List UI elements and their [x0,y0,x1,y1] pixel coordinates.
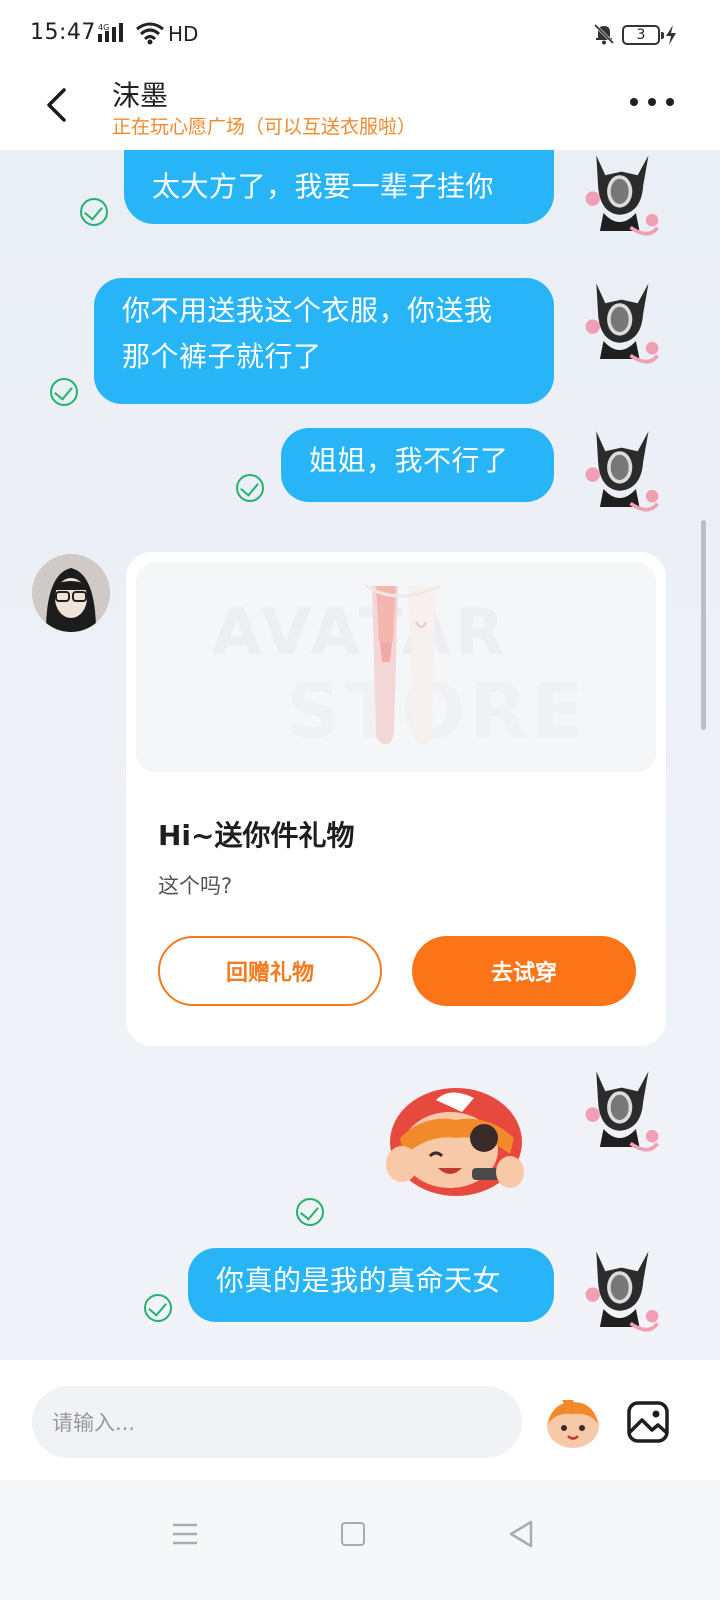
message-bubble[interactable]: 太大方了，我要一辈子挂你 [124,150,554,224]
charging-icon [664,24,678,50]
svg-text:4G: 4G [98,23,109,32]
gift-title: Hi~送你件礼物 [158,819,355,852]
my-avatar[interactable] [572,1246,662,1336]
contact-status: 正在玩心愿广场（可以互送衣服啦） [112,116,417,138]
more-dot [630,98,638,106]
message-bubble[interactable]: 你真的是我的真命天女 [188,1248,554,1322]
more-dot [666,98,674,106]
read-check-icon [50,378,78,406]
return-gift-button[interactable]: 回赠礼物 [158,936,382,1006]
input-bar: 请输入... [0,1360,720,1480]
image-picker-icon[interactable] [626,1400,670,1444]
contact-avatar[interactable] [32,554,110,632]
my-avatar[interactable] [572,150,662,240]
read-check-icon [80,198,108,226]
message-bubble[interactable]: 你不用送我这个衣服，你送我 那个裤子就行了 [94,278,554,404]
message-text: 你真的是我的真命天女 [216,1264,502,1297]
chevron-left-icon [47,88,66,122]
my-avatar[interactable] [572,426,662,516]
wifi-icon [135,21,165,49]
message-input[interactable]: 请输入... [32,1386,522,1458]
battery-icon: 3 [622,25,664,45]
more-dot [648,98,656,106]
gift-preview-image[interactable]: AVATAR STORE [136,562,656,772]
bell-mute-icon [592,22,616,50]
read-check-icon [236,474,264,502]
gift-message: 这个吗? [158,874,233,898]
sticker-image[interactable] [380,1080,530,1200]
status-time: 15:47 [30,20,96,45]
more-options-button[interactable] [630,90,674,114]
chat-header: 沫墨 正在玩心愿广场（可以互送衣服啦） [0,70,720,150]
contact-name[interactable]: 沫墨 [112,74,168,114]
system-nav-bar [0,1480,720,1600]
my-avatar[interactable] [572,1066,662,1156]
home-icon[interactable] [341,1522,365,1546]
chat-area[interactable]: 太大方了，我要一辈子挂你 你不用送我这个衣服，你送我 那个裤子就行了 姐姐，我不… [0,150,720,1360]
scrollbar[interactable] [701,520,706,730]
gift-card[interactable]: AVATAR STORE Hi~送你件礼物 这个吗? 回赠礼物 去试穿 [126,552,666,1046]
hd-label: HD [168,22,199,46]
avatar-image [32,554,110,632]
emoji-sticker-button[interactable] [544,1396,602,1450]
try-on-button[interactable]: 去试穿 [412,936,636,1006]
back-button[interactable] [36,80,76,130]
back-triangle-icon[interactable] [508,1520,534,1548]
recent-apps-icon[interactable] [172,1522,198,1546]
read-check-icon [144,1294,172,1322]
read-check-icon [296,1198,324,1226]
message-text: 姐姐，我不行了 [309,444,509,477]
message-text-line: 你不用送我这个衣服，你送我 [122,294,493,327]
message-text: 太大方了，我要一辈子挂你 [152,170,495,203]
my-avatar[interactable] [572,278,662,368]
message-text-line: 那个裤子就行了 [122,340,322,373]
status-bar: 15:47 4G HD 3 [0,0,720,70]
legwear-image [365,584,441,745]
signal-icon: 4G [98,22,128,48]
message-bubble[interactable]: 姐姐，我不行了 [281,428,554,502]
